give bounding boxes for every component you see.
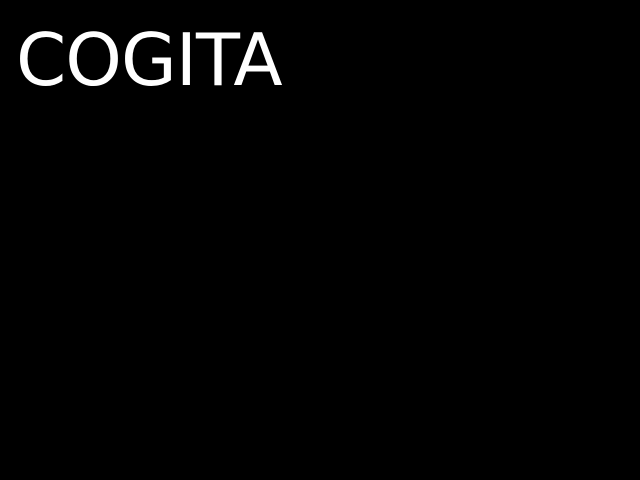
screen: COGITA xyxy=(0,0,640,480)
screen-title: COGITA xyxy=(16,18,283,102)
